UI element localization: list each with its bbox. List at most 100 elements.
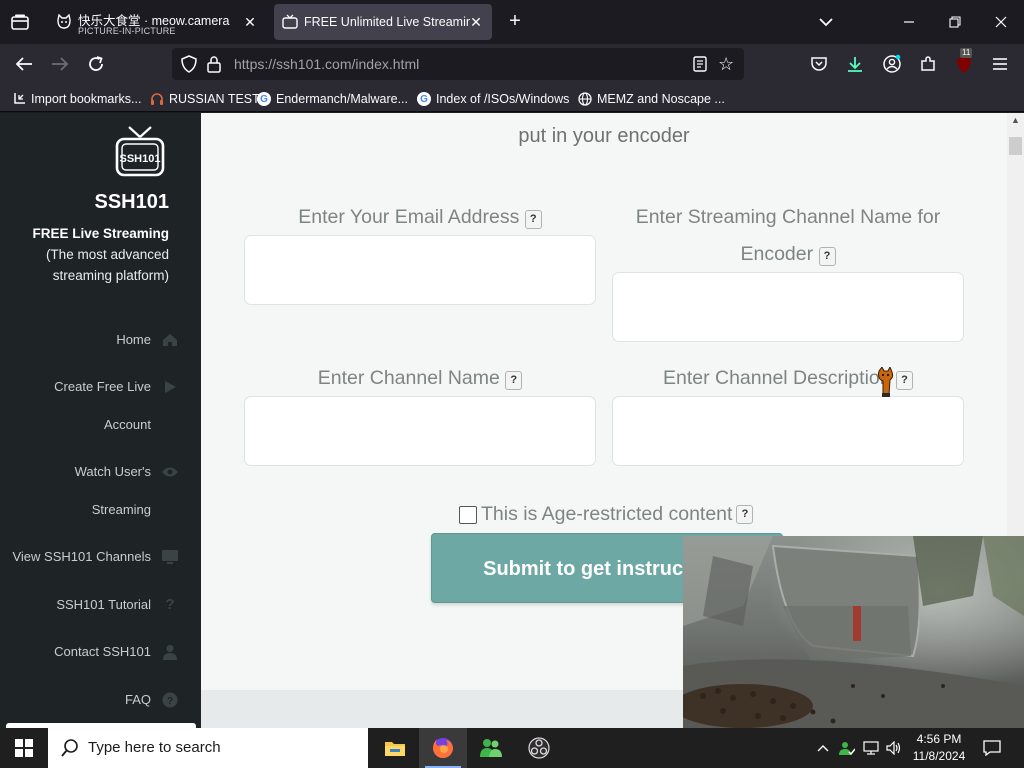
extensions-icon[interactable] <box>917 53 939 75</box>
stream-name-field[interactable] <box>612 272 964 342</box>
tab-bar: 快乐大食堂 · meow.camera PICTURE-IN-PICTURE ✕… <box>0 0 1024 44</box>
bookmark-star-icon[interactable]: ☆ <box>718 54 738 74</box>
user-icon <box>161 643 179 661</box>
help-circle-icon: ? <box>161 691 179 709</box>
chevron-down-icon[interactable] <box>816 12 836 32</box>
new-tab-icon[interactable]: + <box>504 10 526 32</box>
channel-name-label-text: Enter Channel Name <box>317 367 500 389</box>
tab-meow-camera[interactable]: 快乐大食堂 · meow.camera PICTURE-IN-PICTURE ✕ <box>48 4 266 40</box>
sidebar-item-channels[interactable]: View SSH101 Channels <box>12 538 179 576</box>
download-icon[interactable] <box>844 53 866 75</box>
sidebar-item-label: Create Free Live Account <box>54 379 151 432</box>
windows-taskbar: Type here to search 4:56 PM 11/8/2024 <box>0 728 1024 768</box>
scroll-up-arrow-icon[interactable]: ▲ <box>1010 115 1021 125</box>
brand-name: SSH101 <box>94 191 170 213</box>
google-icon: G <box>417 92 431 106</box>
hamburger-menu-icon[interactable] <box>989 53 1011 75</box>
stream-name-label-text: Enter Streaming Channel Name for Encoder <box>635 206 941 265</box>
sidebar-item-watch-streaming[interactable]: Watch User's Streaming <box>75 453 179 529</box>
globe-icon <box>578 92 592 106</box>
tracking-shield-icon[interactable] <box>180 55 198 73</box>
ublock-extension-icon[interactable]: 11 <box>953 48 975 75</box>
taskbar-search-input[interactable]: Type here to search <box>48 728 368 768</box>
ssh101-logo[interactable]: SSH101 <box>115 125 165 181</box>
tab-list-icon[interactable] <box>8 10 32 34</box>
cat-cursor-icon <box>874 365 898 399</box>
pocket-icon[interactable] <box>808 53 830 75</box>
monitor-icon <box>161 548 179 566</box>
system-clock[interactable]: 4:56 PM 11/8/2024 <box>906 731 972 765</box>
sidebar-item-home[interactable]: Home <box>116 321 179 359</box>
age-restricted-checkbox[interactable] <box>459 505 477 524</box>
close-tab-icon[interactable]: ✕ <box>468 14 484 30</box>
firefox-icon[interactable] <box>419 728 467 768</box>
sidebar-item-create-account[interactable]: Create Free Live Account <box>54 368 179 444</box>
channel-desc-label-text: Enter Channel Description <box>662 367 891 389</box>
video-frame <box>683 536 1024 728</box>
network-icon[interactable] <box>860 728 882 768</box>
restore-icon[interactable] <box>940 8 970 36</box>
windows-start-icon[interactable] <box>0 728 48 768</box>
home-icon <box>161 331 179 349</box>
help-button[interactable]: ? <box>736 505 754 524</box>
lock-icon[interactable] <box>206 55 222 73</box>
minimize-icon[interactable] <box>894 8 924 36</box>
brand-tagline: FREE Live Streaming (The most advanced s… <box>32 223 169 286</box>
bookmark-isos[interactable]: G Index of /ISOs/Windows <box>417 90 569 108</box>
url-host: https://ssh101.com <box>234 56 352 72</box>
url-text[interactable]: https://ssh101.com/index.html <box>234 56 419 72</box>
channel-name-label: Enter Channel Name ? <box>244 360 596 397</box>
help-button[interactable]: ? <box>818 247 836 266</box>
sidebar-item-label: View SSH101 Channels <box>12 549 151 564</box>
email-field[interactable] <box>244 235 596 305</box>
account-icon[interactable] <box>881 53 903 75</box>
obs-icon[interactable] <box>515 728 563 768</box>
bookmark-endermanch[interactable]: G Endermanch/Malware... <box>257 90 408 108</box>
bookmark-label: Index of /ISOs/Windows <box>436 92 570 106</box>
sidebar-item-contact[interactable]: Contact SSH101 <box>54 633 179 671</box>
forward-arrow-icon[interactable] <box>49 53 71 75</box>
channel-name-field[interactable] <box>244 396 596 466</box>
search-icon <box>60 738 80 758</box>
scroll-thumb[interactable] <box>1009 137 1022 155</box>
tray-people-icon[interactable] <box>836 728 858 768</box>
sidebar-item-label: Contact SSH101 <box>54 644 151 659</box>
channel-desc-field[interactable] <box>612 396 964 466</box>
back-arrow-icon[interactable] <box>13 53 35 75</box>
help-button[interactable]: ? <box>896 371 914 390</box>
bookmark-label: MEMZ and Noscape ... <box>597 92 725 106</box>
file-explorer-icon[interactable] <box>371 728 419 768</box>
notifications-icon[interactable] <box>980 728 1004 768</box>
extension-badge: 11 <box>960 48 973 58</box>
help-button[interactable]: ? <box>524 210 542 229</box>
tab-title: FREE Unlimited Live Streaming. <box>304 15 470 29</box>
tagline-rest: (The most advanced streaming platform) <box>45 247 169 283</box>
question-icon: ? <box>165 596 175 613</box>
sidebar-item-tutorial[interactable]: SSH101 Tutorial ? <box>56 586 179 624</box>
clock-date: 11/8/2024 <box>912 749 966 763</box>
close-tab-icon[interactable]: ✕ <box>242 14 258 30</box>
bookmark-memz[interactable]: MEMZ and Noscape ... <box>578 90 725 108</box>
eye-icon <box>161 463 179 481</box>
sidebar: SSH101 SSH101 FREE Live Streaming (The m… <box>0 113 201 728</box>
logo-text: SSH101 <box>120 153 161 165</box>
people-icon[interactable] <box>467 728 515 768</box>
headphones-icon <box>150 92 164 106</box>
intro-text: put in your encoder <box>518 125 690 147</box>
tab-ssh101[interactable]: FREE Unlimited Live Streaming. ✕ <box>274 4 492 40</box>
url-bar[interactable]: https://ssh101.com/index.html ☆ <box>172 48 744 80</box>
reload-icon[interactable] <box>85 53 107 75</box>
bookmark-russian-test[interactable]: RUSSIAN TEST <box>150 90 260 108</box>
tray-chevron-up-icon[interactable] <box>814 728 832 768</box>
bookmark-import[interactable]: Import bookmarks... <box>12 90 141 108</box>
help-button[interactable]: ? <box>505 371 523 390</box>
ssh101-favicon-icon <box>282 14 298 30</box>
sidebar-item-faq[interactable]: FAQ ? <box>125 681 179 719</box>
play-icon <box>161 378 179 396</box>
reader-view-icon[interactable] <box>692 55 708 73</box>
picture-in-picture-video[interactable] <box>683 536 1024 728</box>
volume-icon[interactable] <box>883 728 905 768</box>
google-icon: G <box>257 92 271 106</box>
close-window-icon[interactable] <box>986 8 1016 36</box>
tab-subtitle: PICTURE-IN-PICTURE <box>78 26 176 36</box>
